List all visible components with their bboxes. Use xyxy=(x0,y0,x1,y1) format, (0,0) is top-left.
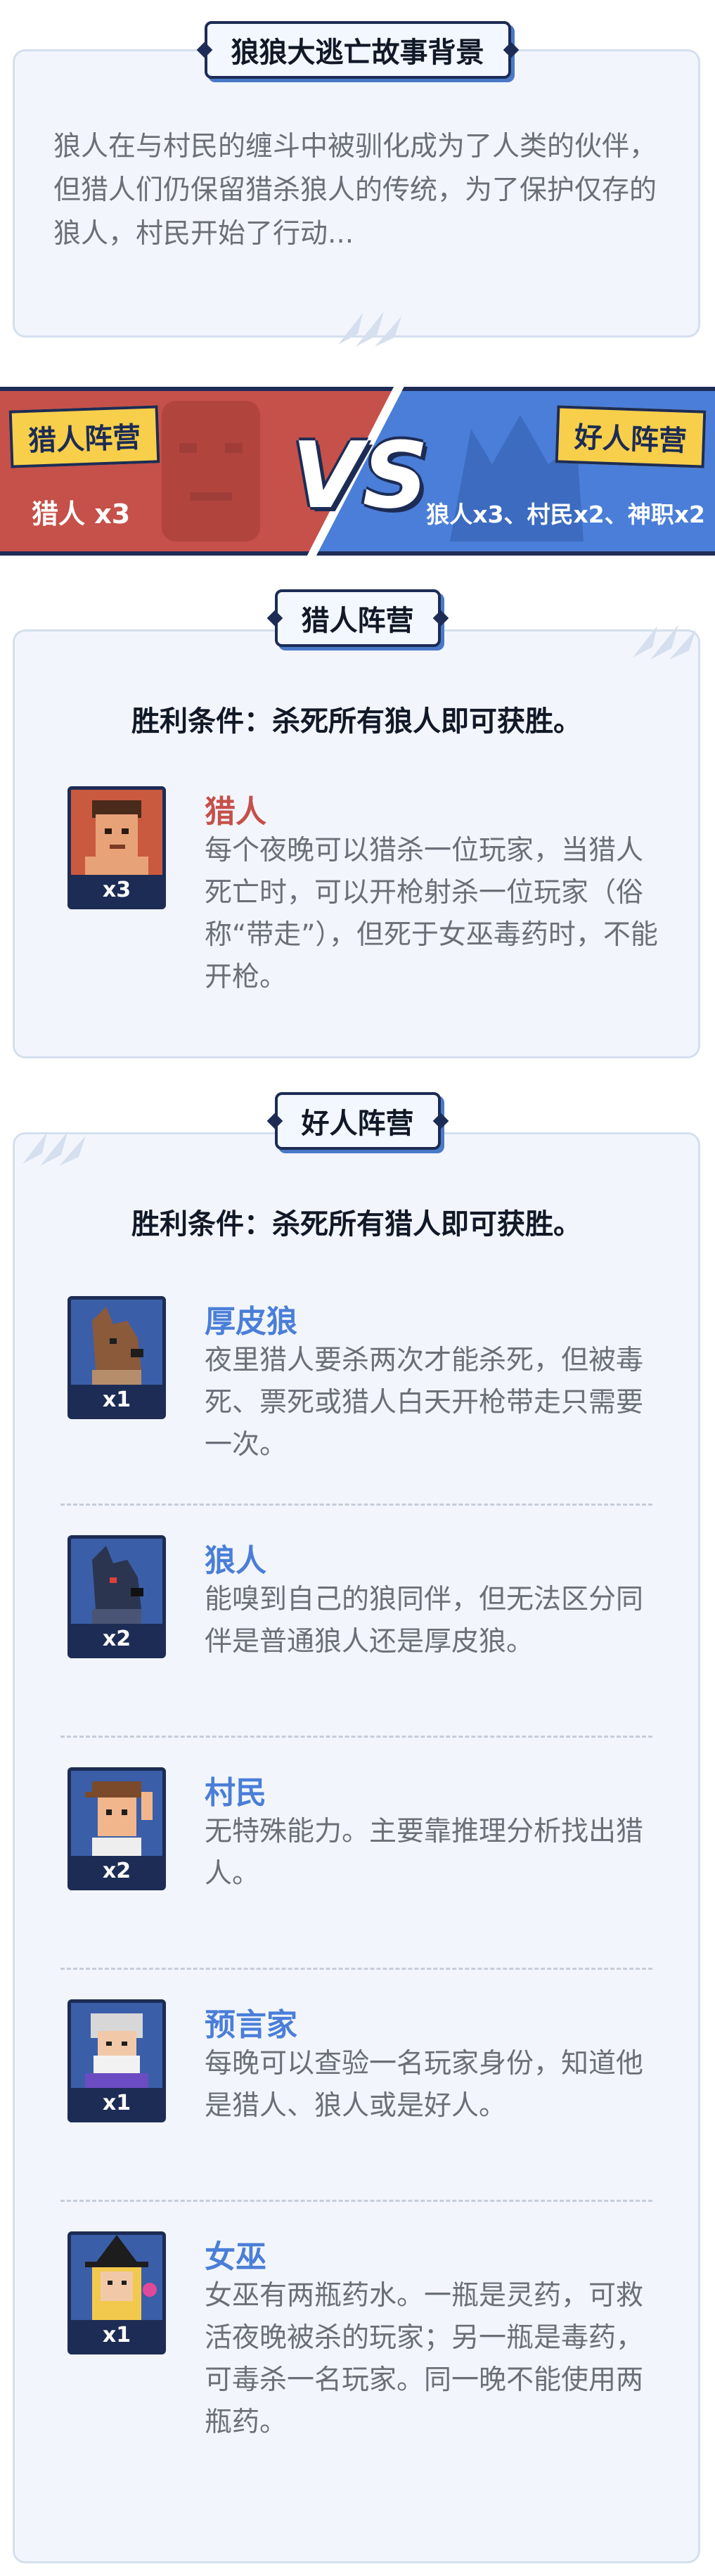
hunter-camp-banner: 猎人阵营 xyxy=(274,589,441,647)
claw-mark-icon xyxy=(22,1131,86,1166)
role-name: 女巫 xyxy=(205,2239,266,2275)
divider xyxy=(60,1968,652,1970)
wolf-portrait-icon xyxy=(71,1300,162,1391)
role-name: 预言家 xyxy=(205,2007,297,2043)
role-description: 无特殊能力。主要靠推理分析找出猎人。 xyxy=(205,1816,644,1890)
role-description: 能嗅到自己的狼同伴，但无法区分同伴是普通狼人还是厚皮狼。 xyxy=(205,1584,644,1658)
role-name: 厚皮狼 xyxy=(205,1304,297,1340)
story-panel: 狼人在与村民的缠斗中被驯化成为了人类的伙伴，但猎人们仍保留猎杀狼人的传统，为了保… xyxy=(13,49,700,347)
witch-count: x1 xyxy=(71,2320,162,2351)
role-name: 狼人 xyxy=(205,1543,266,1579)
good-camp-tag: 好人阵营 xyxy=(555,405,707,468)
vs-label: VS xyxy=(292,422,429,529)
role-thick-skin-wolf: x1 厚皮狼 夜里猎人要杀两次才能杀死，但被毒死、票死或猎人白天开枪带走只需要一… xyxy=(53,1296,663,1465)
hunter-count-badge: x3 xyxy=(71,875,162,906)
story-title-banner: 狼狼大逃亡故事背景 xyxy=(204,21,511,79)
good-count: 狼人x3、村民x2、神职x2 xyxy=(426,501,705,528)
claw-mark-icon xyxy=(633,624,696,660)
divider xyxy=(60,1736,652,1738)
hunter-camp-panel: 胜利条件：杀死所有狼人即可获胜。 x3 猎人 每个夜晚可以猎杀一位玩家，当猎人死… xyxy=(13,629,700,1058)
villager-portrait: x2 xyxy=(67,1767,166,1890)
hunter-portrait-icon xyxy=(71,790,162,881)
good-win-condition: 胜利条件：杀死所有猎人即可获胜。 xyxy=(131,1208,581,1241)
role-description: 每晚可以查验一名玩家身份，知道他是猎人、狼人或是好人。 xyxy=(205,2048,644,2122)
witch-portrait-icon xyxy=(71,2235,162,2326)
thick-skin-wolf-count: x1 xyxy=(71,1385,162,1416)
hunter-win-condition: 胜利条件：杀死所有狼人即可获胜。 xyxy=(131,705,581,738)
role-name: 猎人 xyxy=(205,794,266,830)
seer-portrait: x1 xyxy=(67,1999,166,2122)
role-description: 每个夜晚可以猎杀一位玩家，当猎人死亡时，可以开枪射杀一位玩家（俗称“带走”），但… xyxy=(205,835,658,993)
seer-portrait-icon xyxy=(71,2003,162,2094)
witch-portrait: x1 xyxy=(67,2231,166,2354)
versus-banner: 猎人阵营 好人阵营 猎人 x3 狼人x3、村民x2、神职x2 VS xyxy=(0,380,715,563)
villager-portrait-icon xyxy=(71,1771,162,1862)
wolf-portrait-icon xyxy=(71,1539,162,1630)
role-hunter: x3 猎人 每个夜晚可以猎杀一位玩家，当猎人死亡时，可以开枪射杀一位玩家（俗称“… xyxy=(53,786,663,1011)
role-villager: x2 村民 无特殊能力。主要靠推理分析找出猎人。 xyxy=(53,1767,663,1908)
role-werewolf: x2 狼人 能嗅到自己的狼同伴，但无法区分同伴是普通狼人还是厚皮狼。 xyxy=(53,1535,663,1676)
villager-count: x2 xyxy=(71,1856,162,1887)
seer-count: x1 xyxy=(71,2088,162,2119)
divider xyxy=(60,1504,652,1506)
hunter-count: 猎人 x3 xyxy=(32,499,131,530)
good-camp-panel: 胜利条件：杀死所有猎人即可获胜。 x1 厚皮狼 夜里猎人要杀两次才能杀死，但被毒… xyxy=(13,1132,700,2563)
hunter-camp-title: 猎人阵营 xyxy=(301,605,414,637)
good-camp-title: 好人阵营 xyxy=(301,1108,414,1140)
hunter-camp-tag: 猎人阵营 xyxy=(8,405,160,468)
werewolf-portrait: x2 xyxy=(67,1535,166,1658)
role-description: 夜里猎人要杀两次才能杀死，但被毒死、票死或猎人白天开枪带走只需要一次。 xyxy=(205,1345,644,1461)
thick-skin-wolf-portrait: x1 xyxy=(67,1296,166,1419)
role-description: 女巫有两瓶药水。一瓶是灵药，可救活夜晚被杀的玩家；另一瓶是毒药，可毒杀一名玩家。… xyxy=(205,2280,644,2438)
role-name: 村民 xyxy=(205,1775,266,1811)
good-camp-banner: 好人阵营 xyxy=(274,1092,441,1150)
story-text: 狼人在与村民的缠斗中被驯化成为了人类的伙伴，但猎人们仍保留猎杀狼人的传统，为了保… xyxy=(53,131,657,250)
role-witch: x1 女巫 女巫有两瓶药水。一瓶是灵药，可救活夜晚被杀的玩家；另一瓶是毒药，可毒… xyxy=(53,2231,663,2463)
divider xyxy=(60,2200,652,2202)
story-title: 狼狼大逃亡故事背景 xyxy=(231,37,484,69)
claw-mark-icon xyxy=(338,312,401,347)
role-seer: x1 预言家 每晚可以查验一名玩家身份，知道他是猎人、狼人或是好人。 xyxy=(53,1999,663,2140)
hunter-portrait: x3 xyxy=(67,786,166,909)
werewolf-count: x2 xyxy=(71,1624,162,1655)
